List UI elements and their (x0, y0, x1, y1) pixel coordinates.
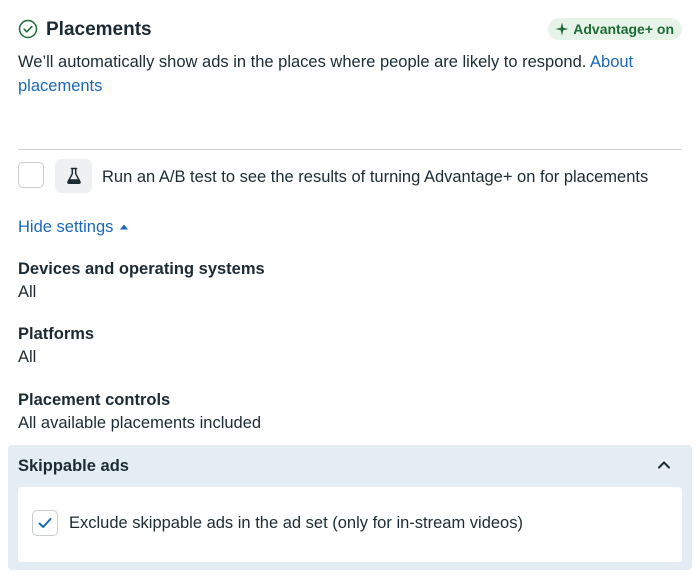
ab-test-label: Run an A/B test to see the results of tu… (102, 168, 649, 186)
description-text: We’ll automatically show ads in the plac… (18, 53, 591, 71)
flask-icon (66, 167, 81, 185)
setting-title: Devices and operating systems (18, 260, 265, 278)
setting-platforms: Platforms All (18, 323, 618, 369)
exclude-skippable-ads-label: Exclude skippable ads in the ad set (onl… (69, 514, 523, 532)
checkmark-icon (38, 518, 52, 528)
placements-header: Placements Advantage+ on (18, 18, 682, 42)
setting-title: Platforms (18, 325, 95, 343)
setting-devices: Devices and operating systems All (18, 258, 618, 304)
exclude-skippable-ads-checkbox[interactable] (32, 510, 58, 536)
divider (18, 149, 682, 150)
hide-settings-toggle[interactable]: Hide settings (18, 216, 129, 238)
setting-value: All (18, 348, 37, 366)
ab-test-checkbox[interactable] (18, 162, 44, 188)
hide-settings-label: Hide settings (18, 218, 114, 236)
setting-value: All (18, 283, 37, 301)
caret-up-icon (120, 224, 129, 230)
sparkle-icon (555, 22, 569, 36)
skippable-ads-card: Exclude skippable ads in the ad set (onl… (18, 487, 682, 562)
setting-value: All available placements included (18, 414, 262, 432)
setting-placement-controls: Placement controls All available placeme… (18, 389, 618, 435)
setting-title: Placement controls (18, 391, 171, 409)
skippable-ads-title: Skippable ads (18, 457, 129, 475)
ab-test-row: Run an A/B test to see the results of tu… (18, 159, 682, 195)
badge-label: Advantage+ on (573, 21, 674, 37)
placements-description: We’ll automatically show ads in the plac… (18, 50, 678, 98)
advantage-plus-badge: Advantage+ on (548, 18, 682, 40)
check-circle-icon (18, 19, 38, 39)
section-title: Placements (46, 19, 152, 40)
skippable-ads-panel: Skippable ads Exclude skippable ads in t… (8, 445, 692, 570)
flask-icon-container (55, 159, 92, 193)
chevron-up-icon[interactable] (656, 457, 672, 473)
